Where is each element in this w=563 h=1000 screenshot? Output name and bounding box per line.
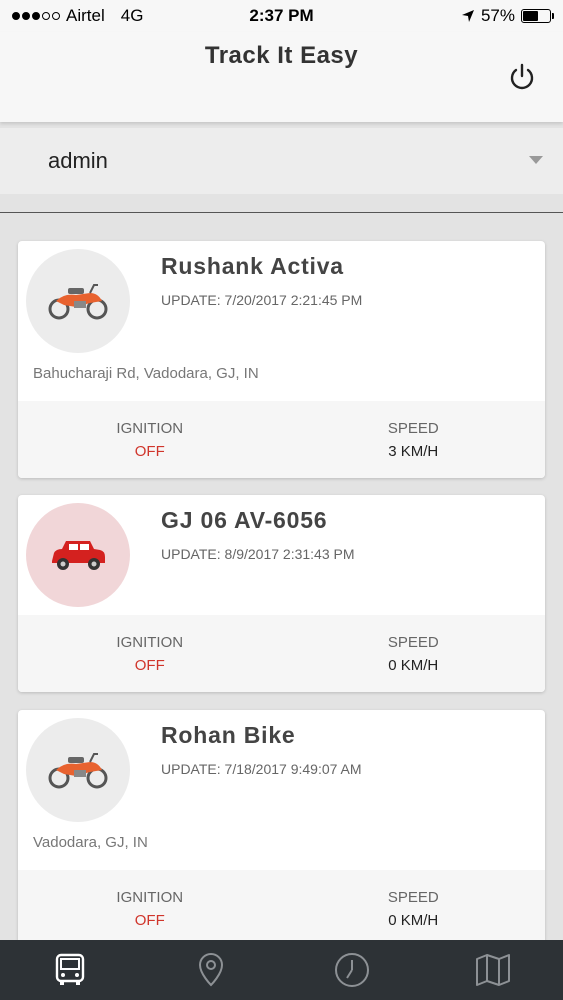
speed-value: 3 KM/H <box>388 442 439 460</box>
ignition-stat: IGNITION OFF <box>18 615 282 692</box>
motorcycle-icon <box>48 284 108 320</box>
page-title: Track It Easy <box>204 42 359 69</box>
ignition-value: OFF <box>134 656 165 674</box>
vehicle-card[interactable]: Rohan Bike UPDATE: 7/18/2017 9:49:07 AM … <box>18 710 545 947</box>
battery-percent: 57% <box>480 6 515 25</box>
ignition-value: OFF <box>134 911 165 929</box>
speed-stat: SPEED 0 KM/H <box>282 870 546 947</box>
chevron-down-icon <box>529 156 543 164</box>
network-type: 4G <box>120 6 144 25</box>
tab-location[interactable] <box>181 940 241 1000</box>
map-icon <box>475 954 510 986</box>
app-header: Track It Easy <box>0 32 563 122</box>
ignition-stat: IGNITION OFF <box>18 870 282 947</box>
user-dropdown[interactable]: admin <box>0 128 563 194</box>
status-right: 57% <box>461 6 554 26</box>
ignition-value: OFF <box>134 442 165 460</box>
vehicle-update-time: UPDATE: 7/20/2017 2:21:45 PM <box>161 292 363 308</box>
vehicle-avatar <box>26 249 130 353</box>
status-bar: Airtel 4G 2:37 PM 57% <box>0 0 563 32</box>
vehicle-stats: IGNITION OFF SPEED 3 KM/H <box>18 401 545 478</box>
vehicle-stats: IGNITION OFF SPEED 0 KM/H <box>18 870 545 947</box>
speed-label: SPEED <box>387 633 439 651</box>
tab-map[interactable] <box>463 940 523 1000</box>
battery-icon <box>521 9 554 23</box>
motorcycle-icon <box>48 753 108 789</box>
speed-label: SPEED <box>387 419 439 437</box>
vehicle-name: GJ 06 AV-6056 <box>161 507 328 533</box>
tab-history[interactable] <box>322 940 382 1000</box>
speed-stat: SPEED 3 KM/H <box>282 401 546 478</box>
vehicle-update-time: UPDATE: 8/9/2017 2:31:43 PM <box>161 546 355 562</box>
ignition-label: IGNITION <box>116 888 184 906</box>
status-left: Airtel 4G <box>12 6 143 26</box>
location-arrow-icon <box>461 10 474 22</box>
tab-bar <box>0 940 563 1000</box>
signal-strength-icon <box>12 12 60 20</box>
ignition-label: IGNITION <box>116 419 184 437</box>
ignition-label: IGNITION <box>116 633 184 651</box>
vehicle-card[interactable]: Rushank Activa UPDATE: 7/20/2017 2:21:45… <box>18 241 545 478</box>
car-icon <box>52 541 105 570</box>
divider <box>0 212 563 213</box>
vehicle-card[interactable]: GJ 06 AV-6056 UPDATE: 8/9/2017 2:31:43 P… <box>18 495 545 692</box>
location-pin-icon <box>199 952 224 987</box>
vehicle-avatar <box>26 503 130 607</box>
vehicle-name: Rushank Activa <box>161 253 344 279</box>
power-button[interactable] <box>505 60 539 94</box>
vehicle-address: Bahucharaji Rd, Vadodara, GJ, IN <box>33 365 259 382</box>
clock-icon <box>334 953 369 987</box>
speed-label: SPEED <box>387 888 439 906</box>
vehicle-stats: IGNITION OFF SPEED 0 KM/H <box>18 615 545 692</box>
vehicle-name: Rohan Bike <box>161 722 296 748</box>
vehicle-update-time: UPDATE: 7/18/2017 9:49:07 AM <box>161 761 362 777</box>
speed-stat: SPEED 0 KM/H <box>282 615 546 692</box>
carrier-name: Airtel <box>66 6 105 25</box>
vehicle-address: Vadodara, GJ, IN <box>33 834 148 851</box>
tab-vehicles[interactable] <box>40 940 100 1000</box>
speed-value: 0 KM/H <box>388 911 439 929</box>
ignition-stat: IGNITION OFF <box>18 401 282 478</box>
battery-level <box>523 11 538 21</box>
vehicle-avatar <box>26 718 130 822</box>
user-dropdown-value: admin <box>48 148 108 173</box>
speed-value: 0 KM/H <box>388 656 439 674</box>
power-icon <box>510 63 534 90</box>
bus-icon <box>56 953 85 985</box>
